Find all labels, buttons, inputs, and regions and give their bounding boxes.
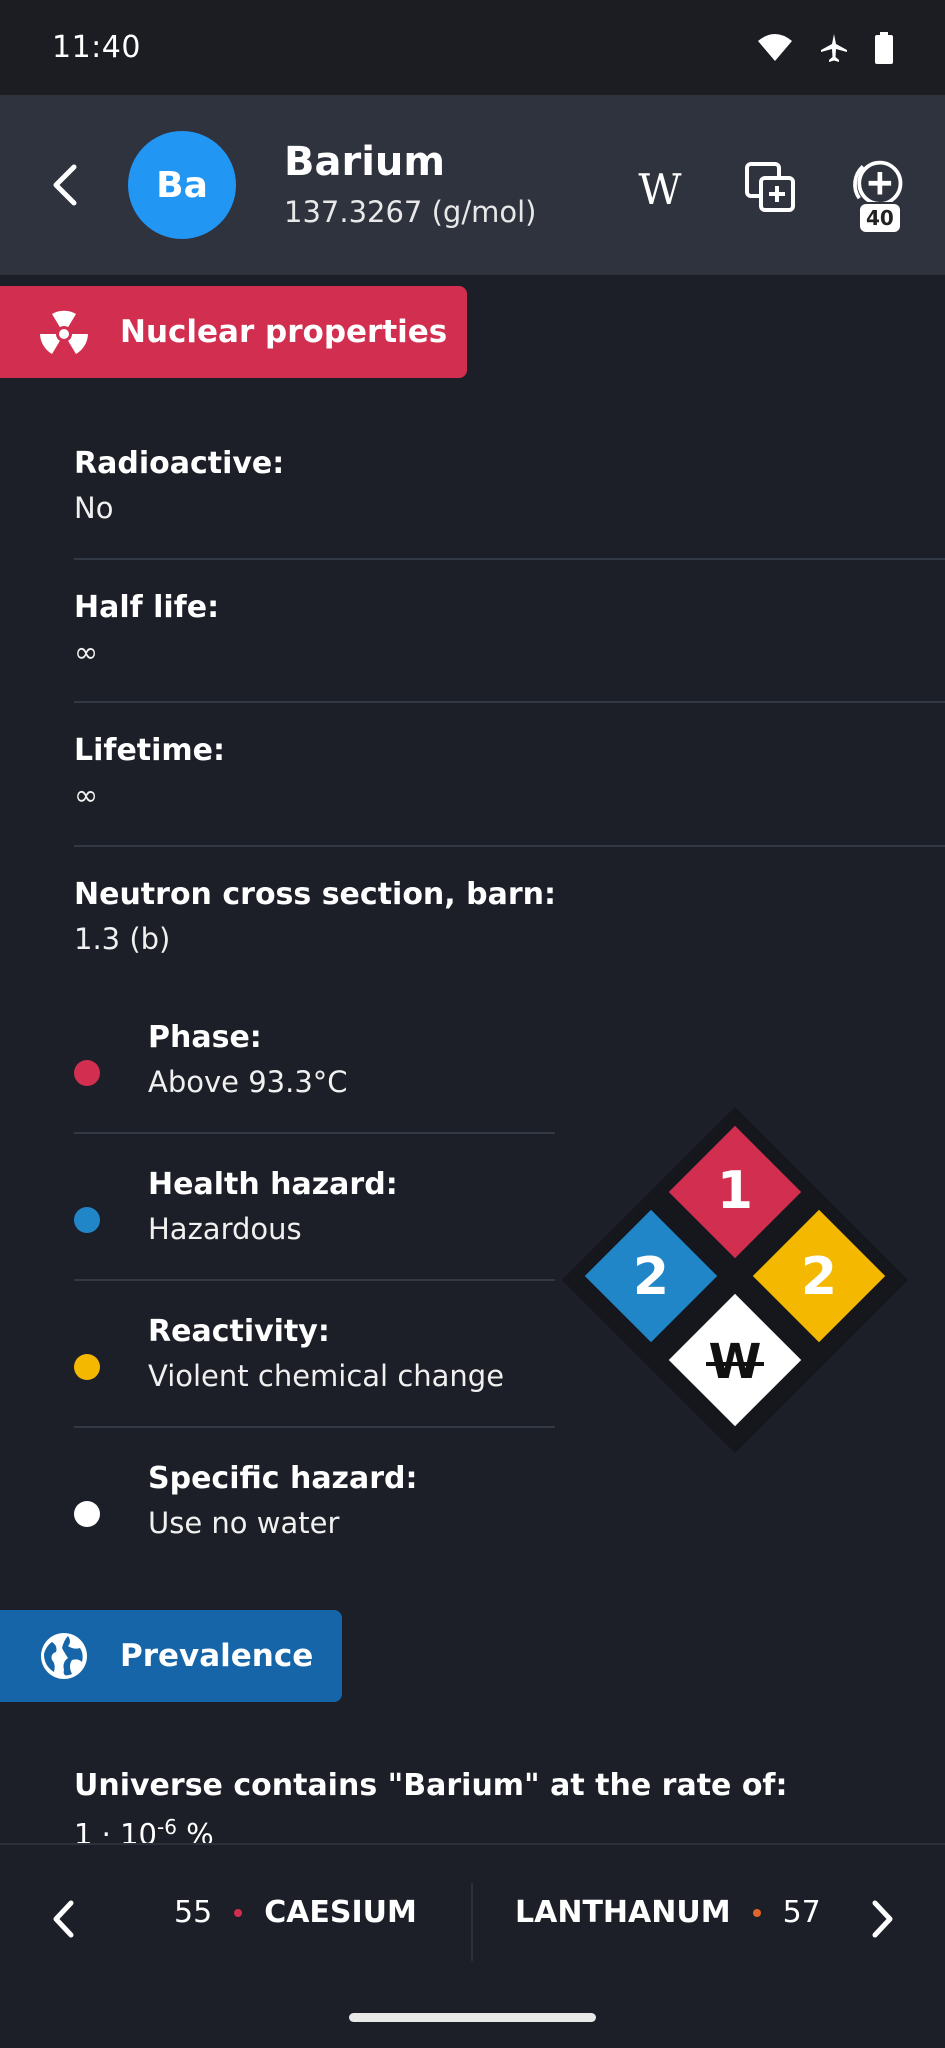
radiation-icon xyxy=(36,304,92,360)
battery-icon xyxy=(875,31,893,64)
hazard-reactivity: Reactivity: Violent chemical change xyxy=(74,1294,555,1440)
hazard-value: Violent chemical change xyxy=(148,1359,505,1393)
flammability-value: 1 xyxy=(717,1161,753,1221)
divider xyxy=(74,845,945,847)
divider xyxy=(74,701,945,703)
status-bar: 11:40 xyxy=(0,0,945,95)
hazard-value: Use no water xyxy=(148,1506,340,1540)
nav-separator xyxy=(471,1883,473,1961)
divider xyxy=(74,1426,555,1428)
globe-icon xyxy=(36,1628,92,1684)
prevalence-title: Prevalence xyxy=(120,1638,314,1674)
hazard-dot xyxy=(74,1207,100,1233)
universe-value-exponent: -6 xyxy=(157,1815,177,1839)
nuclear-properties-header[interactable]: Nuclear properties xyxy=(0,286,467,378)
property-value: ∞ xyxy=(74,778,99,812)
divider xyxy=(74,1132,555,1134)
previous-element-arrow[interactable] xyxy=(44,1891,84,1947)
universe-prevalence: Universe contains "Barium" at the rate o… xyxy=(74,1768,787,1852)
hazard-health: Health hazard: Hazardous xyxy=(74,1147,555,1293)
divider xyxy=(74,558,945,560)
nuclear-properties-title: Nuclear properties xyxy=(120,314,448,350)
chevron-right-icon xyxy=(872,1900,893,1938)
hazard-label: Health hazard: xyxy=(148,1167,398,1202)
lifetime-property: Lifetime: ∞ xyxy=(74,733,945,812)
previous-element-name: CAESIUM xyxy=(264,1895,417,1930)
health-value: 2 xyxy=(633,1247,669,1307)
next-element-arrow[interactable] xyxy=(862,1891,902,1947)
radioactive-property: Radioactive: No xyxy=(74,446,945,525)
nfpa-diamond: 1 2 2 W xyxy=(560,1105,910,1455)
home-indicator[interactable] xyxy=(349,2013,596,2022)
element-symbol-avatar: Ba xyxy=(128,131,236,239)
hazard-value: Hazardous xyxy=(148,1212,302,1246)
universe-label: Universe contains "Barium" at the rate o… xyxy=(74,1768,788,1803)
title-block: Barium 137.3267 (g/mol) xyxy=(284,139,536,229)
airplane-icon xyxy=(821,33,847,62)
next-element-button[interactable]: LANTHANUM 57 xyxy=(515,1895,821,1930)
divider xyxy=(74,1279,555,1281)
wifi-icon xyxy=(758,33,792,61)
hazard-dot xyxy=(74,1060,100,1086)
previous-element-dot xyxy=(234,1908,243,1917)
property-label: Neutron cross section, barn: xyxy=(74,877,556,912)
back-button[interactable] xyxy=(40,153,90,217)
property-label: Radioactive: xyxy=(74,446,285,481)
hazard-label: Phase: xyxy=(148,1020,262,1055)
chevron-left-icon xyxy=(53,1900,74,1938)
status-icons xyxy=(757,31,893,64)
app-bar: Ba Barium 137.3267 (g/mol) W 40 xyxy=(0,95,945,275)
half-life-property: Half life: ∞ xyxy=(74,590,945,669)
property-label: Lifetime: xyxy=(74,733,226,768)
element-molar-mass: 137.3267 (g/mol) xyxy=(284,195,537,229)
element-name: Barium xyxy=(284,139,446,185)
next-element-name: LANTHANUM xyxy=(515,1895,731,1930)
prevalence-header[interactable]: Prevalence xyxy=(0,1610,342,1702)
arrow-back-icon xyxy=(53,164,77,206)
copy-button[interactable] xyxy=(740,157,800,217)
property-value: ∞ xyxy=(74,635,99,669)
hazard-label: Reactivity: xyxy=(148,1314,330,1349)
count-badge: 40 xyxy=(858,202,902,234)
bottom-navigation: 55 CAESIUM LANTHANUM 57 xyxy=(0,1843,945,1995)
property-label: Half life: xyxy=(74,590,220,625)
previous-element-button[interactable]: 55 CAESIUM xyxy=(174,1895,417,1930)
next-element-dot xyxy=(752,1908,761,1917)
wikipedia-button[interactable]: W xyxy=(630,159,690,219)
property-value: No xyxy=(74,491,114,525)
hazard-value: Above 93.3°C xyxy=(148,1065,348,1099)
hazard-phase: Phase: Above 93.3°C xyxy=(74,1000,555,1146)
hazard-dot xyxy=(74,1354,100,1380)
property-value: 1.3 (b) xyxy=(74,922,171,956)
hazard-specific: Specific hazard: Use no water xyxy=(74,1441,555,1587)
reactivity-value: 2 xyxy=(801,1247,837,1307)
neutron-cross-section-property: Neutron cross section, barn: 1.3 (b) xyxy=(74,877,945,956)
status-time: 11:40 xyxy=(52,30,141,65)
hazard-label: Specific hazard: xyxy=(148,1461,418,1496)
copy-icon xyxy=(745,162,795,212)
gesture-bar xyxy=(0,1993,945,2048)
hazard-dot xyxy=(74,1501,100,1527)
previous-element-number: 55 xyxy=(174,1895,213,1930)
next-element-number: 57 xyxy=(782,1895,821,1930)
